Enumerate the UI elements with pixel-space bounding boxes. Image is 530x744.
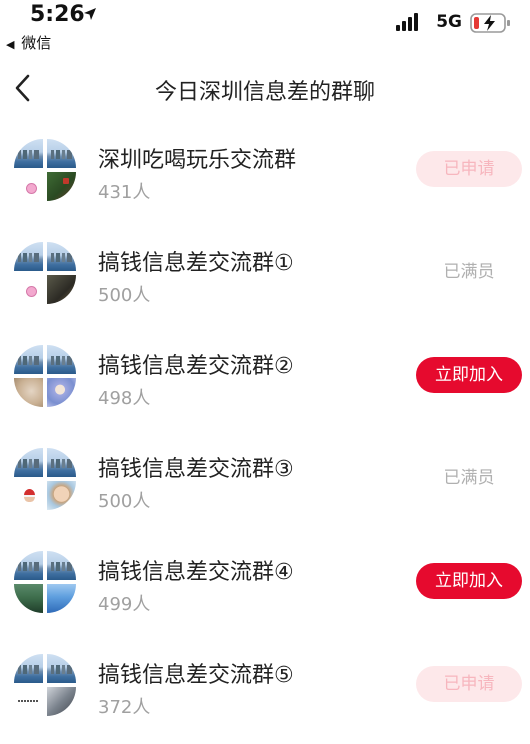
- group-name: 搞钱信息差交流群②: [98, 354, 294, 379]
- group-name: 深圳吃喝玩乐交流群: [98, 148, 297, 173]
- network-type: 5G: [436, 12, 462, 32]
- full-status-label: 已满员: [443, 262, 495, 282]
- signal-icon: [396, 13, 420, 35]
- group-row[interactable]: 搞钱信息差交流群④ 499人 立即加入: [0, 530, 530, 633]
- group-avatar: [14, 345, 76, 407]
- back-to-app-link[interactable]: ◀ 微信: [6, 32, 51, 53]
- applied-status-button: 已申请: [416, 666, 522, 702]
- group-row[interactable]: 搞钱信息差交流群⑤ 372人 已申请: [0, 633, 530, 736]
- group-row[interactable]: 搞钱信息差交流群② 498人 立即加入: [0, 324, 530, 427]
- group-name: 搞钱信息差交流群①: [98, 251, 294, 276]
- group-avatar: [14, 242, 76, 304]
- group-name: 搞钱信息差交流群④: [98, 560, 294, 585]
- member-count: 431人: [98, 182, 151, 203]
- group-row[interactable]: 搞钱信息差交流群① 500人 已满员: [0, 221, 530, 324]
- group-avatar: [14, 551, 76, 613]
- battery-charging-icon: [470, 13, 512, 37]
- group-list: 深圳吃喝玩乐交流群 431人 已申请 搞钱信息差交流群① 500人 已满员 搞钱…: [0, 118, 530, 736]
- group-row[interactable]: 搞钱信息差交流群③ 500人 已满员: [0, 427, 530, 530]
- status-bar: 5:26 ◀ 微信 5G: [0, 0, 530, 58]
- member-count: 500人: [98, 285, 151, 306]
- group-name: 搞钱信息差交流群⑤: [98, 663, 294, 688]
- back-app-label: 微信: [21, 34, 52, 52]
- page-title: 今日深圳信息差的群聊: [154, 80, 375, 105]
- group-avatar: [14, 448, 76, 510]
- join-now-button[interactable]: 立即加入: [416, 563, 522, 599]
- group-avatar: [14, 654, 76, 716]
- group-row[interactable]: 深圳吃喝玩乐交流群 431人 已申请: [0, 118, 530, 221]
- back-triangle-icon: ◀: [6, 38, 15, 51]
- status-time: 5:26: [30, 2, 85, 27]
- member-count: 500人: [98, 491, 151, 512]
- full-status-label: 已满员: [443, 468, 495, 488]
- member-count: 499人: [98, 594, 151, 615]
- join-now-button[interactable]: 立即加入: [416, 357, 522, 393]
- member-count: 372人: [98, 697, 151, 718]
- applied-status-button: 已申请: [416, 151, 522, 187]
- location-arrow-icon: [83, 6, 97, 25]
- nav-bar: 今日深圳信息差的群聊: [0, 58, 530, 118]
- member-count: 498人: [98, 388, 151, 409]
- group-avatar: [14, 139, 76, 201]
- group-name: 搞钱信息差交流群③: [98, 457, 294, 482]
